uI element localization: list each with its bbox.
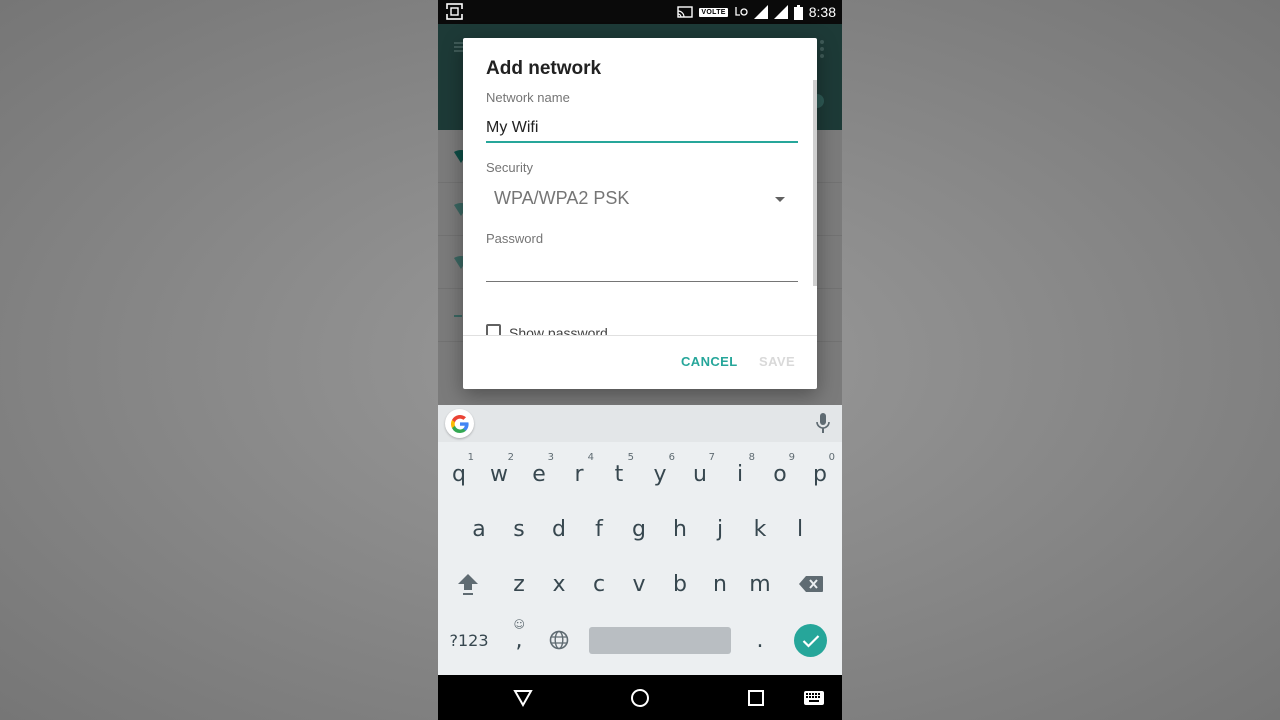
save-button[interactable]: SAVE [759,354,795,369]
recents-square-icon [748,690,764,706]
cast-icon [677,6,694,18]
scrollbar[interactable] [813,80,817,286]
key-i[interactable]: i8 [720,448,760,500]
password-underline [486,281,798,282]
keyboard-icon [804,691,824,705]
navigation-bar [438,675,842,720]
screenshot-icon [446,3,463,20]
key-y[interactable]: y6 [640,448,680,500]
key-x[interactable]: x [539,558,579,610]
key-p[interactable]: p0 [800,448,840,500]
add-network-dialog: Add network Network name Security WPA/WP… [463,38,817,389]
password-input[interactable] [486,252,798,280]
language-key[interactable] [539,614,579,666]
suggestion-strip [438,405,842,442]
overflow-menu-icon [820,40,824,58]
dropdown-arrow-icon[interactable] [775,197,785,202]
key-s[interactable]: s [499,503,539,555]
security-label: Security [486,160,533,175]
shift-icon [458,574,478,595]
home-circle-icon [631,689,649,707]
emoji-icon: ☺ [513,618,525,631]
key-l[interactable]: l [780,503,820,555]
signal-icon [753,5,768,19]
microphone-icon[interactable] [816,413,830,433]
network-name-underline [486,141,798,143]
key-h[interactable]: h [660,503,700,555]
security-value[interactable]: WPA/WPA2 PSK [494,188,629,209]
dialog-scroll-area[interactable]: Network name Security WPA/WPA2 PSK Passw… [463,90,817,335]
key-k[interactable]: k [740,503,780,555]
key-m[interactable]: m [740,558,780,610]
comma-key[interactable]: , ☺ [499,614,539,666]
key-e[interactable]: e3 [519,448,559,500]
password-label: Password [486,231,544,246]
key-r[interactable]: r4 [559,448,599,500]
keyboard-switch-button[interactable] [803,687,825,709]
key-w[interactable]: w2 [479,448,519,500]
lte-icon [735,7,748,16]
backspace-key[interactable] [791,558,831,610]
signal-icon-2 [773,5,788,19]
volte-badge: VOLTE [699,7,728,17]
key-c[interactable]: c [579,558,619,610]
key-f[interactable]: f [579,503,619,555]
key-z[interactable]: z [499,558,539,610]
google-g-icon [450,414,469,433]
network-name-label: Network name [486,90,570,105]
cancel-button[interactable]: CANCEL [681,354,738,369]
symbols-key[interactable]: ?123 [444,614,494,666]
key-j[interactable]: j [700,503,740,555]
show-password-label[interactable]: Show password [509,325,608,335]
battery-icon [793,4,803,20]
key-t[interactable]: t5 [599,448,639,500]
dialog-title: Add network [486,58,602,79]
show-password-checkbox[interactable] [486,324,501,335]
home-button[interactable] [629,687,651,709]
backspace-icon [799,576,823,592]
dialog-divider [463,335,817,336]
google-icon[interactable] [445,409,474,438]
phone-screen: VOLTE 8:38 Add network Network name My W… [438,0,842,720]
done-button[interactable] [794,624,827,657]
spacebar[interactable] [589,627,731,654]
back-triangle-icon [513,690,533,707]
key-b[interactable]: b [660,558,700,610]
key-g[interactable]: g [619,503,659,555]
key-d[interactable]: d [539,503,579,555]
comma-label: , [515,627,523,653]
key-v[interactable]: v [619,558,659,610]
key-u[interactable]: u7 [680,448,720,500]
key-a[interactable]: a [459,503,499,555]
network-name-input[interactable] [486,114,798,142]
status-clock: 8:38 [808,4,836,20]
key-q[interactable]: q1 [439,448,479,500]
soft-keyboard: q1 w2 e3 r4 t5 y6 u7 i8 o9 p0 a s d f g … [438,405,842,675]
key-o[interactable]: o9 [760,448,800,500]
recents-button[interactable] [745,687,767,709]
status-bar: VOLTE 8:38 [438,0,842,24]
back-button[interactable] [512,687,534,709]
checkmark-icon [802,634,819,648]
globe-icon [549,630,569,650]
period-key[interactable]: . [740,614,780,666]
shift-key[interactable] [448,558,488,610]
key-n[interactable]: n [700,558,740,610]
